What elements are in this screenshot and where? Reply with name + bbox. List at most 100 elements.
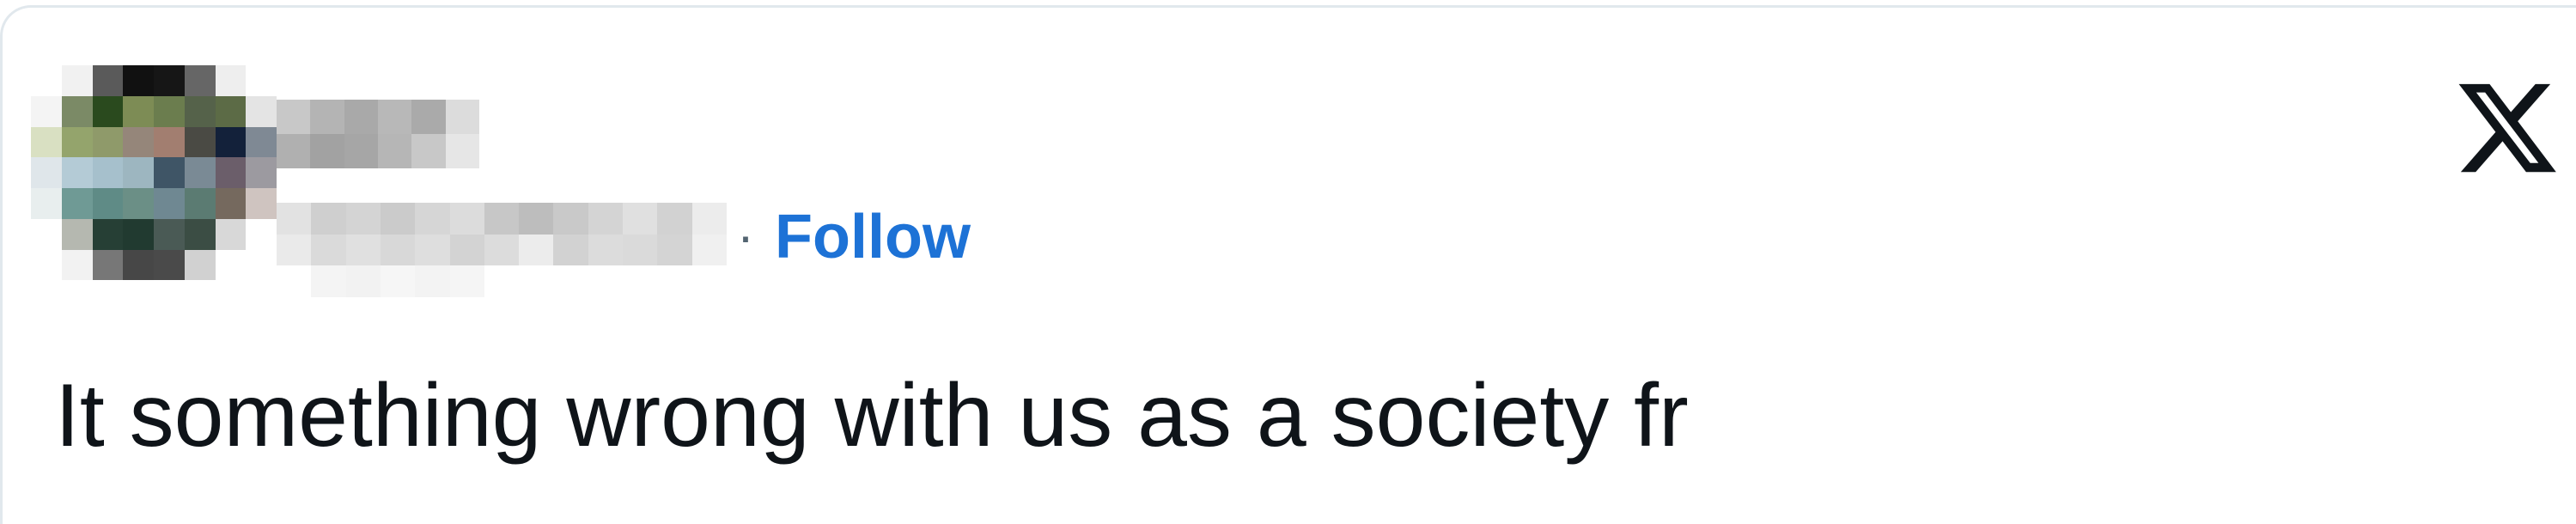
avatar-pixel — [31, 65, 62, 96]
name-pixel — [377, 134, 412, 168]
handle-pixel — [553, 203, 588, 235]
name-pixel — [445, 100, 479, 134]
avatar-pixel — [92, 157, 124, 188]
handle-pixel — [623, 265, 658, 297]
avatar-pixel — [215, 188, 247, 219]
avatar-pixel — [154, 126, 185, 158]
handle-pixel — [277, 234, 312, 266]
avatar-pixel — [92, 65, 124, 96]
handle-pixel — [519, 234, 554, 266]
avatar-pixel — [31, 218, 62, 250]
avatar-pixel — [92, 249, 124, 281]
avatar-pixel — [123, 188, 154, 219]
handle-pixel — [311, 265, 346, 297]
avatar-pixel — [61, 249, 93, 281]
handle-pixel — [380, 265, 416, 297]
avatar-pixel — [154, 65, 185, 96]
avatar-pixel — [246, 95, 277, 127]
avatar-pixel — [92, 188, 124, 219]
handle-pixel — [484, 265, 520, 297]
avatar-pixel — [246, 280, 277, 311]
handle-pixel — [277, 203, 312, 235]
handle-pixel — [657, 265, 692, 297]
avatar-pixel — [154, 218, 185, 250]
avatar-pixel — [246, 249, 277, 281]
avatar-pixel — [154, 157, 185, 188]
avatar-pixel — [92, 218, 124, 250]
tweet-text: It something wrong with us as a society … — [55, 366, 1689, 466]
avatar-pixel — [61, 157, 93, 188]
avatar-pixel — [184, 95, 216, 127]
author-handle-redacted[interactable] — [277, 203, 727, 297]
handle-pixel — [449, 203, 484, 235]
avatar-pixel — [215, 249, 247, 281]
handle-pixel — [657, 234, 692, 266]
avatar-pixel — [92, 280, 124, 311]
handle-pixel — [277, 265, 312, 297]
avatar-pixel — [61, 218, 93, 250]
avatar-pixel — [184, 188, 216, 219]
avatar-pixel — [31, 188, 62, 219]
handle-pixel — [657, 203, 692, 235]
handle-pixel — [553, 234, 588, 266]
avatar-pixel — [31, 280, 62, 311]
avatar-pixel — [215, 280, 247, 311]
avatar-pixel — [184, 249, 216, 281]
handle-pixel — [588, 234, 624, 266]
handle-pixel — [415, 265, 450, 297]
avatar-pixel — [215, 95, 247, 127]
avatar-pixel — [184, 126, 216, 158]
name-pixel — [277, 134, 311, 168]
avatar-pixel — [246, 126, 277, 158]
name-pixel — [344, 134, 378, 168]
follow-button[interactable]: Follow — [775, 203, 971, 271]
author-name-redacted[interactable] — [277, 100, 479, 168]
handle-pixel — [519, 265, 554, 297]
name-pixel — [310, 100, 344, 134]
handle-pixel — [380, 234, 416, 266]
handle-pixel — [588, 265, 624, 297]
avatar-pixel — [154, 188, 185, 219]
avatar-pixel — [184, 280, 216, 311]
handle-pixel — [380, 203, 416, 235]
separator-dot: · — [737, 207, 754, 265]
avatar-pixel — [123, 280, 154, 311]
name-pixel — [411, 134, 446, 168]
name-pixel — [445, 134, 479, 168]
name-pixel — [310, 134, 344, 168]
handle-pixel — [449, 265, 484, 297]
handle-pixel — [623, 234, 658, 266]
avatar-pixel — [31, 126, 62, 158]
avatar-pixel — [31, 249, 62, 281]
avatar-pixel — [184, 218, 216, 250]
avatar-pixel — [154, 95, 185, 127]
avatar-pixel — [123, 65, 154, 96]
avatar-pixel — [123, 126, 154, 158]
avatar-pixel — [246, 157, 277, 188]
avatar-pixel — [61, 188, 93, 219]
name-pixel — [377, 100, 412, 134]
avatar-pixel — [61, 126, 93, 158]
handle-pixel — [484, 234, 520, 266]
handle-pixel — [691, 234, 727, 266]
avatar-pixel — [61, 95, 93, 127]
avatar-pixel — [123, 95, 154, 127]
avatar-pixel — [92, 95, 124, 127]
author-avatar[interactable] — [31, 65, 277, 311]
avatar-pixel — [31, 157, 62, 188]
handle-pixel — [691, 265, 727, 297]
avatar-pixel — [246, 65, 277, 96]
handle-pixel — [691, 203, 727, 235]
name-pixel — [344, 100, 378, 134]
handle-pixel — [623, 203, 658, 235]
avatar-pixel — [123, 157, 154, 188]
handle-pixel — [345, 234, 381, 266]
handle-pixel — [484, 203, 520, 235]
avatar-pixel — [31, 95, 62, 127]
x-logo-icon[interactable] — [2453, 74, 2561, 182]
avatar-pixel — [154, 249, 185, 281]
handle-pixel — [449, 234, 484, 266]
avatar-pixel — [215, 126, 247, 158]
name-pixel — [411, 100, 446, 134]
avatar-pixel — [123, 218, 154, 250]
